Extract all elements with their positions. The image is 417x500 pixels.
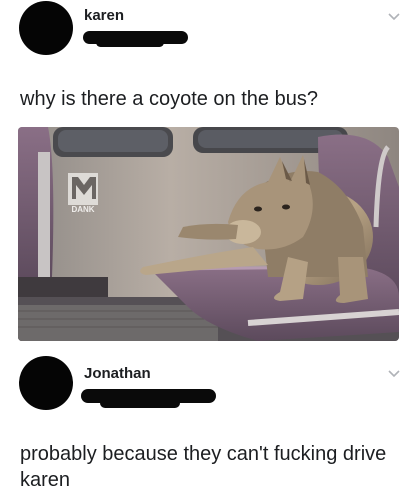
photo-illustration: DANK [18, 127, 399, 341]
watermark-logo: DANK [68, 173, 98, 214]
reply-text: probably because they can't fucking driv… [20, 443, 387, 491]
post-username[interactable]: karen [84, 7, 124, 24]
svg-text:DANK: DANK [71, 205, 94, 214]
coyote-bus-photo[interactable]: DANK [18, 127, 399, 341]
reply-avatar[interactable] [19, 356, 73, 410]
post-text: why is there a coyote on the bus? [20, 88, 318, 110]
avatar[interactable] [19, 1, 73, 55]
chevron-down-icon[interactable] [388, 13, 400, 21]
reply-username[interactable]: Jonathan [84, 365, 151, 382]
reply-chevron-down-icon[interactable] [388, 370, 400, 378]
